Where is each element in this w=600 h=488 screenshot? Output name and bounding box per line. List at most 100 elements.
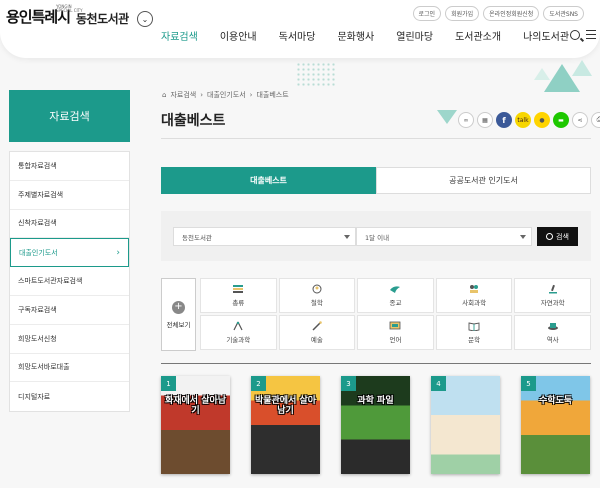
chevron-down-icon: ⌄ xyxy=(141,14,149,24)
category-technology[interactable]: 기술과학 xyxy=(200,315,277,350)
online-member-link[interactable]: 온라인정회원신청 xyxy=(483,6,540,21)
category-label: 언어 xyxy=(389,336,402,344)
library-select[interactable]: 동천도서관 xyxy=(173,227,356,246)
breadcrumb-item[interactable]: 자료검색 xyxy=(170,90,196,100)
sidebar-item-integrated-search[interactable]: 통합자료검색 xyxy=(10,152,129,181)
login-link[interactable]: 로그인 xyxy=(412,6,442,21)
microscope-icon xyxy=(548,284,557,294)
kakaotalk-icon[interactable]: talk xyxy=(515,112,531,128)
breadcrumb-separator: › xyxy=(249,91,253,99)
share-icon[interactable]: ⋖ xyxy=(572,112,588,128)
sidebar-item-digital[interactable]: 디지털자료 xyxy=(10,382,129,411)
category-label: 종교 xyxy=(389,299,402,307)
book-item[interactable]: 1 화재에서 살아남기 xyxy=(161,376,230,474)
sidebar-item-label: 희망도서신청 xyxy=(18,334,57,343)
dove-icon xyxy=(390,286,401,293)
facebook-icon[interactable]: f xyxy=(496,112,512,128)
title-divider xyxy=(161,138,591,139)
category-label: 문학 xyxy=(468,336,481,344)
sidebar-item-popular-books[interactable]: 대출인기도서 › xyxy=(10,238,129,268)
sidebar-menu: 통합자료검색 주제별자료검색 신착자료검색 대출인기도서 › 스마트도서관자료검색… xyxy=(9,151,130,413)
book-cover-title: 수학도둑 xyxy=(538,396,573,406)
sidebar-item-smart-library[interactable]: 스마트도서관자료검색 xyxy=(10,267,129,296)
nav-item-events[interactable]: 문화행사 xyxy=(326,28,385,43)
category-religion[interactable]: 종교 xyxy=(357,278,434,313)
line-icon[interactable]: ▬ xyxy=(553,112,569,128)
category-grid: 총류 철학 종교 사회과학 자연과학 기술과학 예술 언어 문학 역사 xyxy=(200,278,591,350)
category-all-label: 전체보기 xyxy=(166,320,191,329)
search-icon[interactable] xyxy=(570,30,580,40)
category-label: 사회과학 xyxy=(462,299,487,307)
library-select-button[interactable]: ⌄ xyxy=(137,11,153,27)
sidebar-item-label: 희망도서바로대출 xyxy=(18,363,70,372)
city-logo[interactable]: 용인특례시 YONGIN SPECIAL CITY xyxy=(6,5,83,27)
breadcrumb: ⌂ 자료검색 › 대출인기도서 › 대출베스트 xyxy=(162,90,289,100)
nav-item-about[interactable]: 도서관소개 xyxy=(444,28,512,43)
compass-tool-icon xyxy=(233,321,243,331)
book-item[interactable]: 4 xyxy=(431,376,500,474)
library-name[interactable]: 동천도서관 xyxy=(76,10,129,27)
nav-item-search[interactable]: 자료검색 xyxy=(150,28,209,43)
period-select[interactable]: 1달 이내 xyxy=(356,227,532,246)
sidebar-item-subject-search[interactable]: 주제별자료검색 xyxy=(10,181,129,210)
nav-item-reading[interactable]: 독서마당 xyxy=(268,28,327,43)
category-language[interactable]: 언어 xyxy=(357,315,434,350)
people-icon xyxy=(470,285,479,293)
book-cover-title: 박물관에서 살아남기 xyxy=(254,396,317,416)
category-history[interactable]: 역사 xyxy=(514,315,591,350)
tab-loan-best[interactable]: 대출베스트 xyxy=(161,167,376,194)
book-item[interactable]: 5 수학도둑 xyxy=(521,376,590,474)
sidebar-item-label: 구독자료검색 xyxy=(18,305,57,314)
signup-link[interactable]: 회원가입 xyxy=(445,6,480,21)
book-cover-title: 과학 파일 xyxy=(357,396,394,406)
page-title: 대출베스트 xyxy=(161,113,226,129)
category-label: 역사 xyxy=(546,336,559,344)
breadcrumb-item[interactable]: 대출인기도서 xyxy=(207,90,246,100)
library-select-value: 동천도서관 xyxy=(182,233,212,242)
tab-public-popular[interactable]: 공공도서관 인기도서 xyxy=(376,167,591,194)
book-item[interactable]: 2 박물관에서 살아남기 xyxy=(251,376,320,474)
category-social-science[interactable]: 사회과학 xyxy=(435,278,513,313)
category-all-button[interactable]: + 전체보기 xyxy=(161,278,196,351)
category-natural-science[interactable]: 자연과학 xyxy=(514,278,591,313)
tabs: 대출베스트 공공도서관 인기도서 xyxy=(161,167,591,194)
sidebar-item-instant-loan[interactable]: 희망도서바로대출 xyxy=(10,354,129,383)
book-item[interactable]: 3 과학 파일 xyxy=(341,376,410,474)
header: 용인특례시 YONGIN SPECIAL CITY 동천도서관 ⌄ 로그인 회원… xyxy=(0,0,600,58)
sidebar-item-subscription[interactable]: 구독자료검색 xyxy=(10,296,129,325)
category-divider xyxy=(161,363,591,364)
sidebar-item-label: 스마트도서관자료검색 xyxy=(18,277,83,286)
breadcrumb-item: 대출베스트 xyxy=(256,91,289,99)
category-literature[interactable]: 문학 xyxy=(435,315,513,350)
kakaostory-icon[interactable]: ● xyxy=(534,112,550,128)
decorative-dots xyxy=(296,62,336,86)
category-art[interactable]: 예술 xyxy=(278,315,356,350)
sidebar-item-label: 신착자료검색 xyxy=(18,219,57,228)
share-buttons: ∞ ▦ f talk ● ▬ ⋖ ⎙ xyxy=(458,112,600,128)
print-icon[interactable]: ⎙ xyxy=(591,112,600,128)
rank-badge: 3 xyxy=(341,376,356,391)
category-philosophy[interactable]: 철학 xyxy=(278,278,356,313)
chevron-right-icon: › xyxy=(116,247,120,258)
breadcrumb-separator: › xyxy=(200,91,204,99)
menu-icon[interactable] xyxy=(586,30,596,39)
category-label: 총류 xyxy=(232,299,245,307)
rank-badge: 2 xyxy=(251,376,266,391)
page: 용인특례시 YONGIN SPECIAL CITY 동천도서관 ⌄ 로그인 회원… xyxy=(0,0,600,488)
category-label: 기술과학 xyxy=(226,336,251,344)
sidebar-item-new-arrivals[interactable]: 신착자료검색 xyxy=(10,210,129,239)
sidebar-item-label: 주제별자료검색 xyxy=(18,190,64,199)
search-button[interactable]: 검색 xyxy=(537,227,578,246)
filter-bar: 동천도서관 1달 이내 검색 xyxy=(161,211,591,261)
link-copy-icon[interactable]: ∞ xyxy=(458,112,474,128)
home-icon[interactable]: ⌂ xyxy=(162,91,166,99)
qr-code-icon[interactable]: ▦ xyxy=(477,112,493,128)
search-button-label: 검색 xyxy=(556,232,569,241)
nav-item-board[interactable]: 열린마당 xyxy=(385,28,444,43)
category-general[interactable]: 총류 xyxy=(200,278,277,313)
sidebar-title: 자료검색 xyxy=(9,90,130,142)
period-select-value: 1달 이내 xyxy=(365,233,390,242)
sidebar-item-book-request[interactable]: 희망도서신청 xyxy=(10,325,129,354)
sns-link[interactable]: 도서관SNS xyxy=(543,6,584,21)
nav-item-guide[interactable]: 이용안내 xyxy=(209,28,268,43)
